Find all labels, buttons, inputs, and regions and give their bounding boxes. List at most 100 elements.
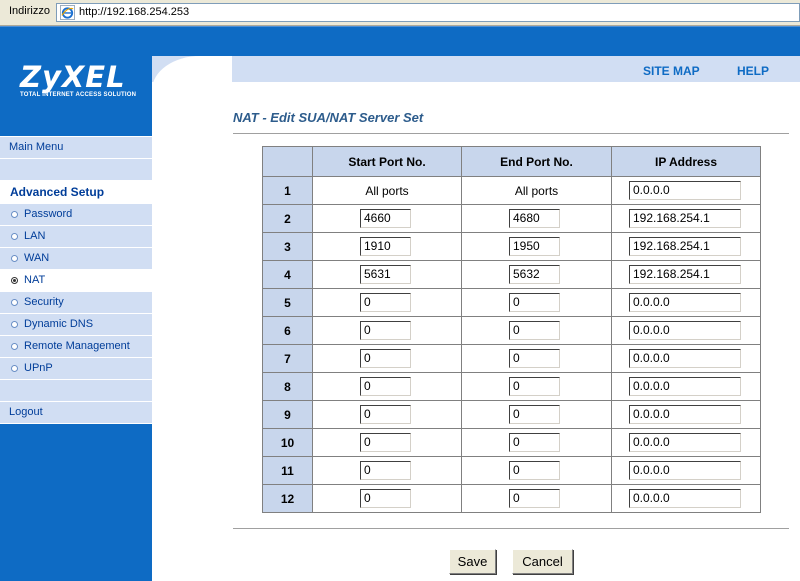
ip-address-input[interactable]: 0.0.0.0 — [629, 489, 741, 508]
start-port-cell: 0 — [312, 484, 462, 513]
end-port-input[interactable]: 0 — [509, 405, 560, 424]
start-port-cell: 0 — [312, 372, 462, 401]
ip-address-cell: 192.168.254.1 — [611, 260, 761, 289]
start-port-input[interactable]: 0 — [360, 405, 411, 424]
ip-address-cell: 0.0.0.0 — [611, 344, 761, 373]
start-port-input[interactable]: 0 — [360, 489, 411, 508]
main-menu-link[interactable]: Main Menu — [0, 136, 152, 158]
start-port-input[interactable]: 0 — [360, 461, 411, 480]
start-port-input[interactable]: 0 — [360, 293, 411, 312]
row-index: 8 — [262, 372, 313, 401]
top-banner-edge — [0, 26, 800, 27]
logout-link[interactable]: Logout — [0, 401, 152, 423]
ip-address-cell: 192.168.254.1 — [611, 204, 761, 233]
end-port-cell: All ports — [461, 176, 612, 205]
row-index: 2 — [262, 204, 313, 233]
radio-icon — [11, 321, 18, 328]
ip-address-input[interactable]: 192.168.254.1 — [629, 237, 741, 256]
end-port-input[interactable]: 5632 — [509, 265, 560, 284]
end-port-input[interactable]: 0 — [509, 461, 560, 480]
sidebar-item-security[interactable]: Security — [0, 291, 152, 313]
start-port-cell: 0 — [312, 400, 462, 429]
address-input[interactable]: http://192.168.254.253 — [56, 3, 800, 22]
ip-address-input[interactable]: 0.0.0.0 — [629, 377, 741, 396]
radio-icon — [11, 211, 18, 218]
end-port-cell: 0 — [461, 428, 612, 457]
start-port-input[interactable]: 5631 — [360, 265, 411, 284]
ip-address-input[interactable]: 0.0.0.0 — [629, 433, 741, 452]
ip-address-cell: 0.0.0.0 — [611, 456, 761, 485]
end-port-cell: 0 — [461, 372, 612, 401]
row-index: 12 — [262, 484, 313, 513]
header-links: SITE MAP HELP — [643, 64, 800, 78]
sidebar-item-nat[interactable]: NAT — [0, 269, 152, 291]
end-port-input[interactable]: 0 — [509, 433, 560, 452]
start-port-cell: 0 — [312, 344, 462, 373]
start-port-input[interactable]: 0 — [360, 321, 411, 340]
end-port-input[interactable]: 0 — [509, 489, 560, 508]
ip-address-input[interactable]: 0.0.0.0 — [629, 349, 741, 368]
ip-address-input[interactable]: 0.0.0.0 — [629, 181, 741, 200]
ip-address-input[interactable]: 0.0.0.0 — [629, 405, 741, 424]
ip-address-cell: 0.0.0.0 — [611, 288, 761, 317]
site-map-link[interactable]: SITE MAP — [643, 64, 700, 78]
start-port-input[interactable]: 0 — [360, 349, 411, 368]
end-port-input[interactable]: 0 — [509, 321, 560, 340]
ip-address-input[interactable]: 0.0.0.0 — [629, 461, 741, 480]
end-port-cell: 0 — [461, 400, 612, 429]
top-banner — [0, 26, 800, 56]
start-port-cell: 4660 — [312, 204, 462, 233]
start-port-input[interactable]: 0 — [360, 433, 411, 452]
ip-address-cell: 0.0.0.0 — [611, 484, 761, 513]
end-port-cell: 0 — [461, 288, 612, 317]
end-port-input[interactable]: 4680 — [509, 209, 560, 228]
sidebar-menu: Main Menu Advanced Setup Password LAN WA… — [0, 136, 152, 424]
end-port-input[interactable]: 0 — [509, 293, 560, 312]
end-port-cell: 0 — [461, 344, 612, 373]
sidebar-item-lan[interactable]: LAN — [0, 225, 152, 247]
sidebar-item-password[interactable]: Password — [0, 203, 152, 225]
end-port-cell: 5632 — [461, 260, 612, 289]
end-port-input[interactable]: 0 — [509, 377, 560, 396]
start-port-input[interactable]: 4660 — [360, 209, 411, 228]
row-index: 11 — [262, 456, 313, 485]
row-index: 3 — [262, 232, 313, 261]
start-port-input[interactable]: 0 — [360, 377, 411, 396]
table-row: 11 0 0 0.0.0.0 — [262, 456, 761, 485]
start-port-input[interactable]: 1910 — [360, 237, 411, 256]
row-index: 5 — [262, 288, 313, 317]
ip-address-cell: 0.0.0.0 — [611, 400, 761, 429]
end-port-input[interactable]: 0 — [509, 349, 560, 368]
sidebar-item-upnp[interactable]: UPnP — [0, 357, 152, 379]
ip-address-input[interactable]: 192.168.254.1 — [629, 209, 741, 228]
table-row: 3 1910 1950 192.168.254.1 — [262, 232, 761, 261]
address-url: http://192.168.254.253 — [79, 6, 190, 18]
row-index: 7 — [262, 344, 313, 373]
start-port-cell: 0 — [312, 288, 462, 317]
end-port-input[interactable]: 1950 — [509, 237, 560, 256]
sidebar-item-remote-management[interactable]: Remote Management — [0, 335, 152, 357]
ip-address-cell: 0.0.0.0 — [611, 428, 761, 457]
ip-address-cell: 192.168.254.1 — [611, 232, 761, 261]
table-row: 10 0 0 0.0.0.0 — [262, 428, 761, 457]
menu-spacer — [0, 379, 152, 401]
start-port-cell: 0 — [312, 456, 462, 485]
header-curve — [152, 56, 232, 126]
table-row: 8 0 0 0.0.0.0 — [262, 372, 761, 401]
ip-address-input[interactable]: 192.168.254.1 — [629, 265, 741, 284]
start-port-cell: 0 — [312, 428, 462, 457]
divider-top — [233, 133, 789, 135]
cancel-button[interactable]: Cancel — [512, 549, 573, 574]
end-port-cell: 0 — [461, 456, 612, 485]
help-link[interactable]: HELP — [737, 64, 769, 78]
sidebar-item-dynamic-dns[interactable]: Dynamic DNS — [0, 313, 152, 335]
sidebar-item-wan[interactable]: WAN — [0, 247, 152, 269]
ip-address-input[interactable]: 0.0.0.0 — [629, 293, 741, 312]
ip-address-input[interactable]: 0.0.0.0 — [629, 321, 741, 340]
ip-address-cell: 0.0.0.0 — [611, 176, 761, 205]
row-index: 4 — [262, 260, 313, 289]
radio-icon — [11, 233, 18, 240]
zyxel-logo: ZyXEL Total Internet Access Solution — [20, 62, 140, 98]
save-button[interactable]: Save — [449, 549, 496, 574]
row-index: 6 — [262, 316, 313, 345]
